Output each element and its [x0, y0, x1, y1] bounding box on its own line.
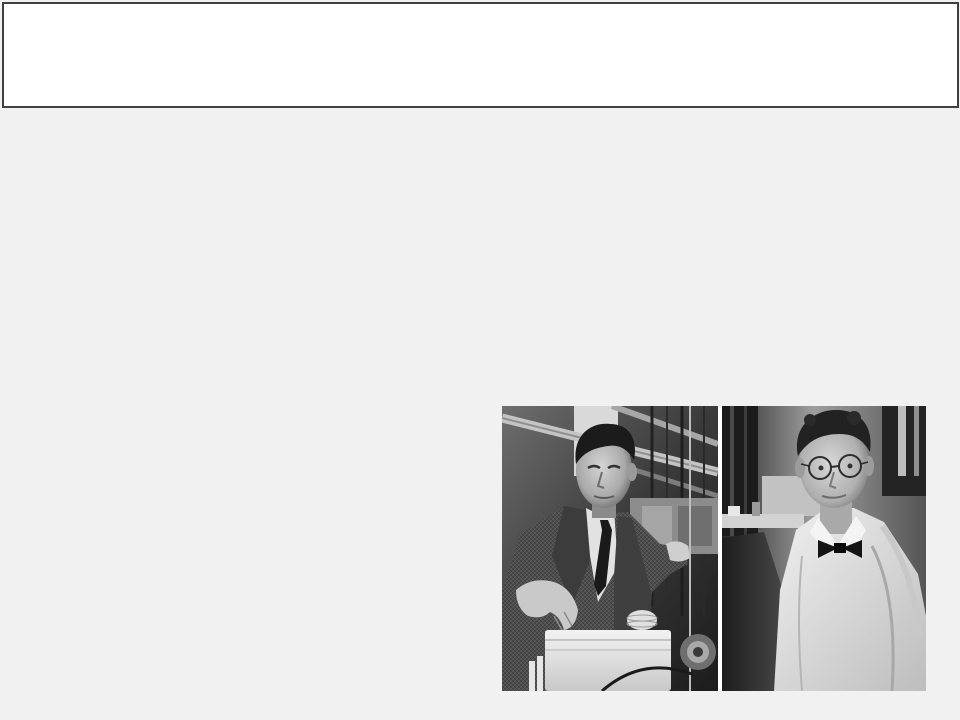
photo-left: [502, 406, 718, 691]
bench-equipment: [722, 514, 804, 528]
photo-right: [722, 406, 926, 691]
photo-pair: [502, 406, 926, 691]
photo-right-image: [722, 406, 926, 691]
equipment-box: [545, 630, 671, 691]
ear-left: [795, 458, 805, 478]
photo-left-image: [502, 406, 718, 691]
ear: [627, 463, 637, 481]
ear-right: [864, 456, 874, 476]
slide-title-box: [2, 2, 959, 108]
